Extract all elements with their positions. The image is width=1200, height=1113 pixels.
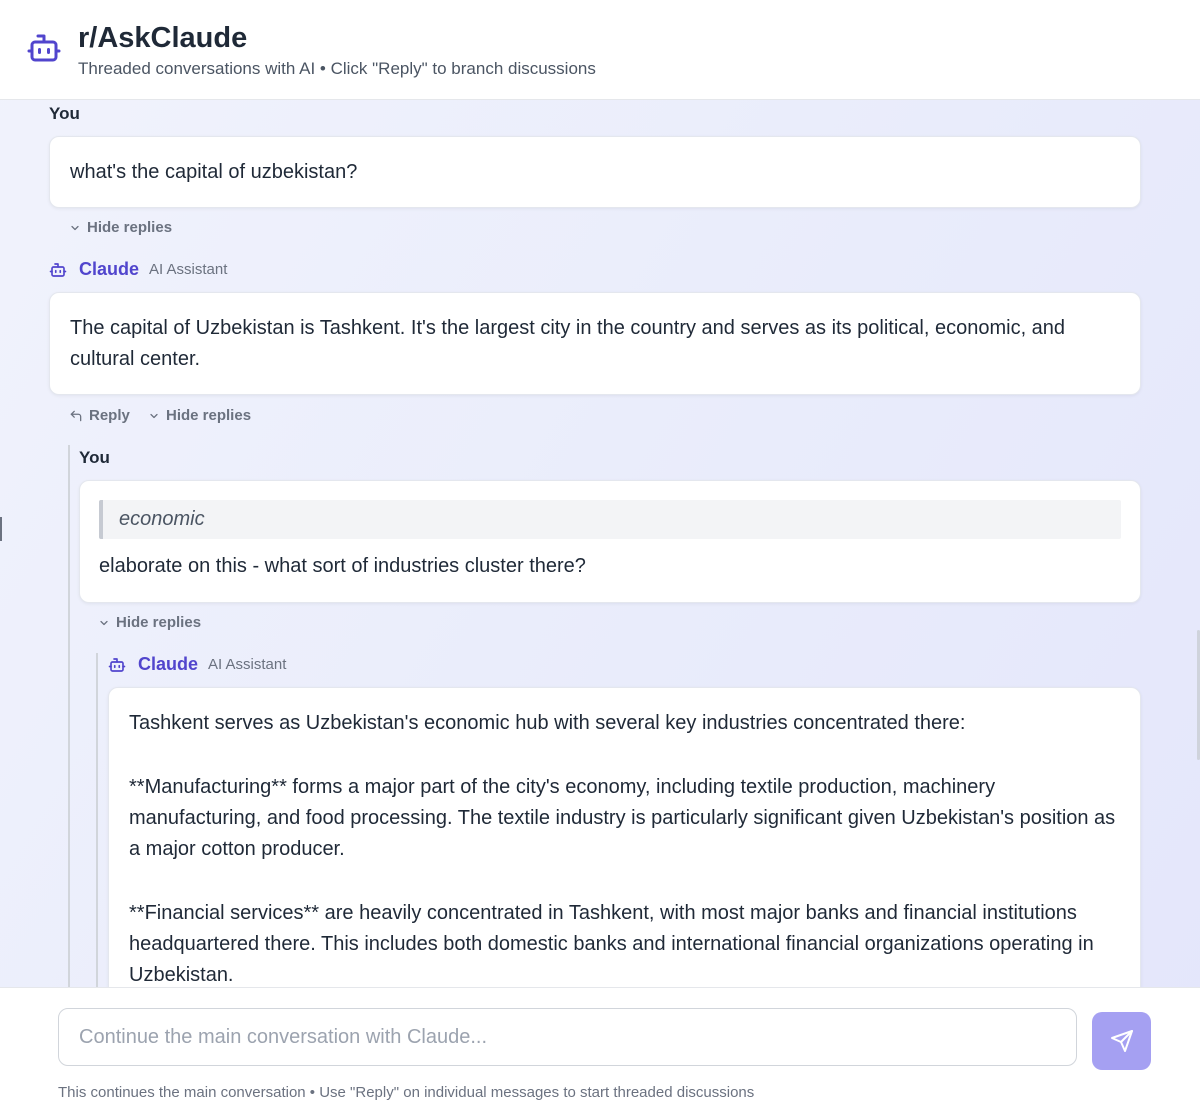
send-icon — [1110, 1030, 1133, 1052]
hide-replies-label: Hide replies — [166, 407, 252, 424]
thread-line[interactable] — [96, 653, 98, 987]
reply-button[interactable]: Reply — [69, 407, 130, 424]
composer: This continues the main conversation • U… — [0, 987, 1200, 1113]
message-paragraph: **Manufacturing** forms a major part of … — [129, 776, 1116, 860]
user-message-card: economic elaborate on this - what sort o… — [79, 480, 1141, 603]
chevron-down-icon — [150, 413, 158, 418]
scrollbar[interactable] — [1194, 100, 1200, 760]
assistant-name[interactable]: Claude — [138, 654, 198, 675]
hide-replies-label: Hide replies — [116, 614, 202, 631]
page-title: r/AskClaude — [78, 21, 248, 54]
hide-replies-label: Hide replies — [87, 219, 173, 236]
thread-line[interactable] — [68, 445, 70, 987]
resize-handle[interactable] — [0, 517, 2, 541]
hide-replies-button[interactable]: Hide replies — [69, 219, 172, 236]
thread-scroll-area[interactable]: You what's the capital of uzbekistan? Hi… — [0, 100, 1200, 987]
assistant-message-card: The capital of Uzbekistan is Tashkent. I… — [49, 292, 1141, 395]
assistant-name[interactable]: Claude — [79, 259, 139, 280]
message-input[interactable] — [58, 1008, 1077, 1066]
hide-replies-button[interactable]: Hide replies — [98, 614, 201, 631]
message-text: elaborate on this - what sort of industr… — [99, 555, 586, 577]
message-author: You — [79, 448, 110, 467]
assistant-role: AI Assistant — [149, 261, 228, 278]
robot-icon — [108, 657, 126, 672]
header-text: r/AskClaude Threaded conversations with … — [78, 21, 596, 79]
robot-icon — [27, 34, 61, 61]
chevron-down-icon — [100, 620, 108, 625]
page-subtitle: Threaded conversations with AI • Click "… — [78, 58, 596, 78]
quoted-text: economic — [99, 500, 1121, 539]
message-text: The capital of Uzbekistan is Tashkent. I… — [70, 317, 1066, 370]
app-header: r/AskClaude Threaded conversations with … — [0, 0, 1200, 100]
hide-replies-button[interactable]: Hide replies — [148, 407, 251, 424]
assistant-role: AI Assistant — [208, 656, 287, 673]
assistant-header: Claude AI Assistant — [108, 654, 286, 675]
message-text: what's the capital of uzbekistan? — [70, 161, 358, 183]
message-paragraph: **Financial services** are heavily conce… — [129, 902, 1094, 986]
reply-label: Reply — [89, 407, 130, 424]
assistant-header: Claude AI Assistant — [49, 259, 227, 280]
composer-hint: This continues the main conversation • U… — [58, 1084, 755, 1101]
reply-icon — [70, 410, 82, 421]
message-author: You — [49, 104, 80, 123]
chevron-down-icon — [71, 225, 79, 230]
message-paragraph: Tashkent serves as Uzbekistan's economic… — [129, 712, 966, 734]
assistant-message-card: Tashkent serves as Uzbekistan's economic… — [108, 687, 1141, 987]
send-button[interactable] — [1092, 1012, 1151, 1070]
robot-icon — [49, 262, 67, 277]
user-message-card: what's the capital of uzbekistan? — [49, 136, 1141, 208]
